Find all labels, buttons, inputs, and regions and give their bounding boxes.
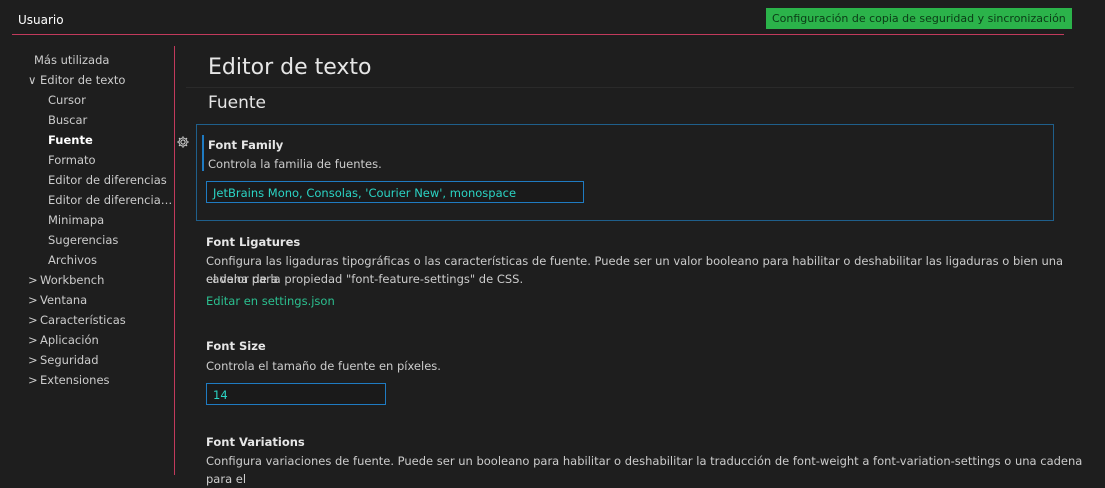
- font-family-input[interactable]: JetBrains Mono, Consolas, 'Courier New',…: [206, 181, 584, 203]
- toc-item-ventana[interactable]: > Ventana: [28, 290, 174, 310]
- settings-toc: Más utilizada ∨ Editor de texto Cursor Bu…: [28, 50, 174, 475]
- setting-desc-font-ligatures-2: el valor de la propiedad "font-feature-s…: [206, 272, 524, 286]
- edit-in-settings-json-link[interactable]: Editar en settings.json: [206, 294, 335, 308]
- toc-item-editor-de-texto[interactable]: ∨ Editor de texto: [28, 70, 174, 90]
- toc-item-mas-utilizada[interactable]: Más utilizada: [34, 50, 174, 70]
- header-divider: [12, 34, 1064, 35]
- setting-desc-font-variations: Configura variaciones de fuente. Puede s…: [206, 454, 1083, 486]
- chevron-right-icon: >: [28, 373, 38, 387]
- toc-item-workbench[interactable]: > Workbench: [28, 270, 174, 290]
- toc-item-caracteristicas[interactable]: > Características: [28, 310, 174, 330]
- chevron-right-icon: >: [28, 313, 38, 327]
- chevron-right-icon: >: [28, 293, 38, 307]
- chevron-right-icon: >: [28, 353, 38, 367]
- setting-title-font-size: Font Size: [206, 339, 266, 353]
- toc-item-extensiones[interactable]: > Extensiones: [28, 370, 174, 390]
- chevron-down-icon: ∨: [28, 73, 37, 87]
- toc-item-formato[interactable]: Formato: [48, 150, 174, 170]
- toc-item-editor-de-diferencias[interactable]: Editor de diferencias: [48, 170, 174, 190]
- backup-sync-button[interactable]: Configuración de copia de seguridad y si…: [766, 8, 1072, 29]
- toc-item-cursor[interactable]: Cursor: [48, 90, 174, 110]
- toc-item-seguridad[interactable]: > Seguridad: [28, 350, 174, 370]
- toc-item-editor-de-diferencias-d[interactable]: Editor de diferencias d...: [48, 190, 174, 210]
- toc-item-buscar[interactable]: Buscar: [48, 110, 174, 130]
- setting-desc-font-family: Controla la familia de fuentes.: [208, 157, 382, 171]
- setting-title-font-variations: Font Variations: [206, 435, 305, 449]
- page-title: Editor de texto: [208, 55, 372, 80]
- toc-item-fuente[interactable]: Fuente: [48, 130, 174, 150]
- tab-user-settings[interactable]: Usuario: [12, 6, 70, 35]
- focus-indicator: [202, 135, 204, 171]
- section-title: Fuente: [208, 93, 266, 113]
- setting-title-font-family: Font Family: [208, 138, 284, 152]
- toc-item-minimapa[interactable]: Minimapa: [48, 210, 174, 230]
- settings-header: Usuario Configuración de copia de seguri…: [0, 0, 1105, 36]
- toc-divider: [174, 46, 175, 475]
- setting-desc-font-size: Controla el tamaño de fuente en píxeles.: [206, 359, 441, 373]
- title-divider: [186, 87, 1074, 88]
- toc-item-sugerencias[interactable]: Sugerencias: [48, 230, 174, 250]
- toc-item-archivos[interactable]: Archivos: [48, 250, 174, 270]
- chevron-right-icon: >: [28, 333, 38, 347]
- toc-item-aplicacion[interactable]: > Aplicación: [28, 330, 174, 350]
- font-size-input[interactable]: 14: [206, 383, 386, 405]
- gear-icon[interactable]: [176, 135, 190, 149]
- chevron-right-icon: >: [28, 273, 38, 287]
- setting-title-font-ligatures: Font Ligatures: [206, 235, 301, 249]
